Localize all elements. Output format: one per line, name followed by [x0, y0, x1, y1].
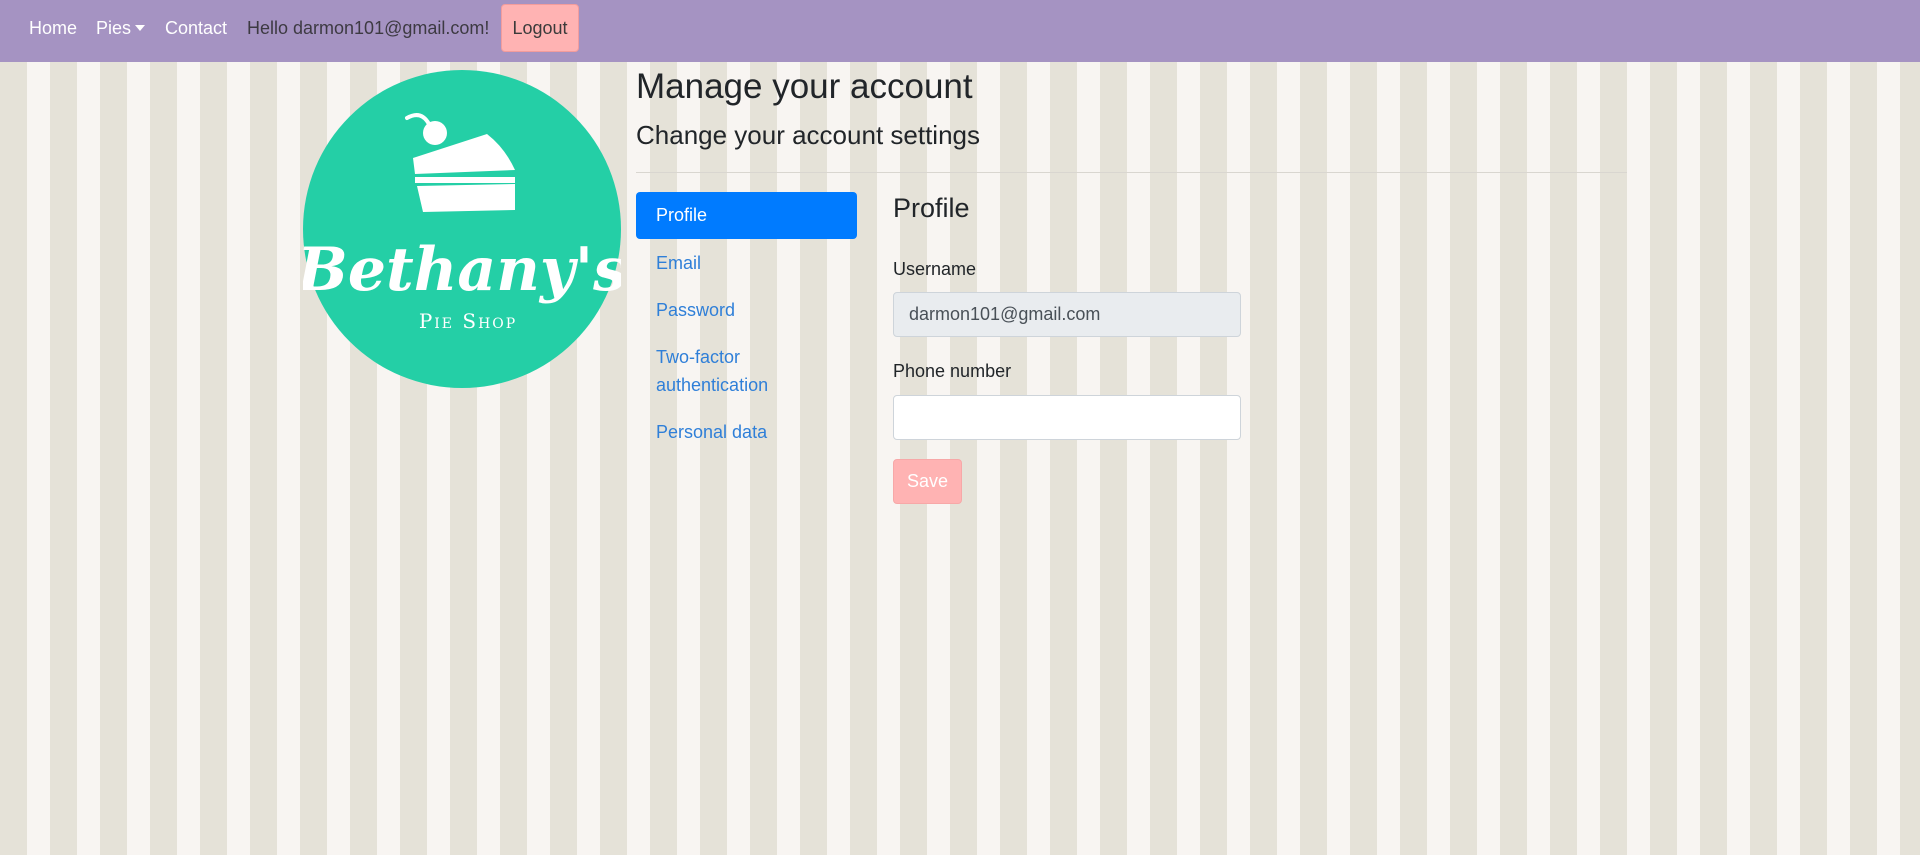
username-label: Username [893, 259, 977, 279]
phone-number-field[interactable] [893, 395, 1241, 440]
profile-section-title: Profile [893, 193, 970, 223]
caret-down-icon [135, 25, 146, 31]
logo-circle [303, 70, 621, 388]
username-field[interactable] [893, 292, 1241, 337]
divider [636, 172, 1627, 173]
save-button[interactable]: Save [893, 459, 962, 504]
sidebar-item-profile[interactable]: Profile [636, 192, 857, 239]
nav-home-link[interactable]: Home [29, 18, 77, 38]
user-greeting: Hello darmon101@gmail.com! [247, 18, 490, 38]
page-subtitle: Change your account settings [636, 120, 980, 150]
sidebar-item-two-factor[interactable]: Two-factor authentication [636, 343, 857, 399]
sidebar-item-email[interactable]: Email [636, 249, 857, 277]
sidebar-item-password[interactable]: Password [636, 296, 857, 324]
nav-pies-dropdown[interactable]: Pies [96, 18, 146, 38]
logo-graphic: Bethany's Pie Shop [295, 70, 627, 388]
nav-pies-label: Pies [96, 18, 132, 38]
cherry-icon [423, 121, 447, 145]
top-navbar: Home Pies Contact Hello darmon101@gmail.… [0, 0, 1920, 62]
bethanys-pie-shop-logo: Bethany's Pie Shop [295, 70, 627, 388]
nav-contact-link[interactable]: Contact [165, 18, 227, 38]
logout-button[interactable]: Logout [501, 4, 579, 52]
phone-number-label: Phone number [893, 361, 1012, 381]
page-title: Manage your account [636, 67, 973, 106]
sidebar-item-personal-data[interactable]: Personal data [636, 418, 857, 446]
logo-name: Bethany's [303, 235, 621, 305]
logo-tagline: Pie Shop [419, 309, 517, 333]
